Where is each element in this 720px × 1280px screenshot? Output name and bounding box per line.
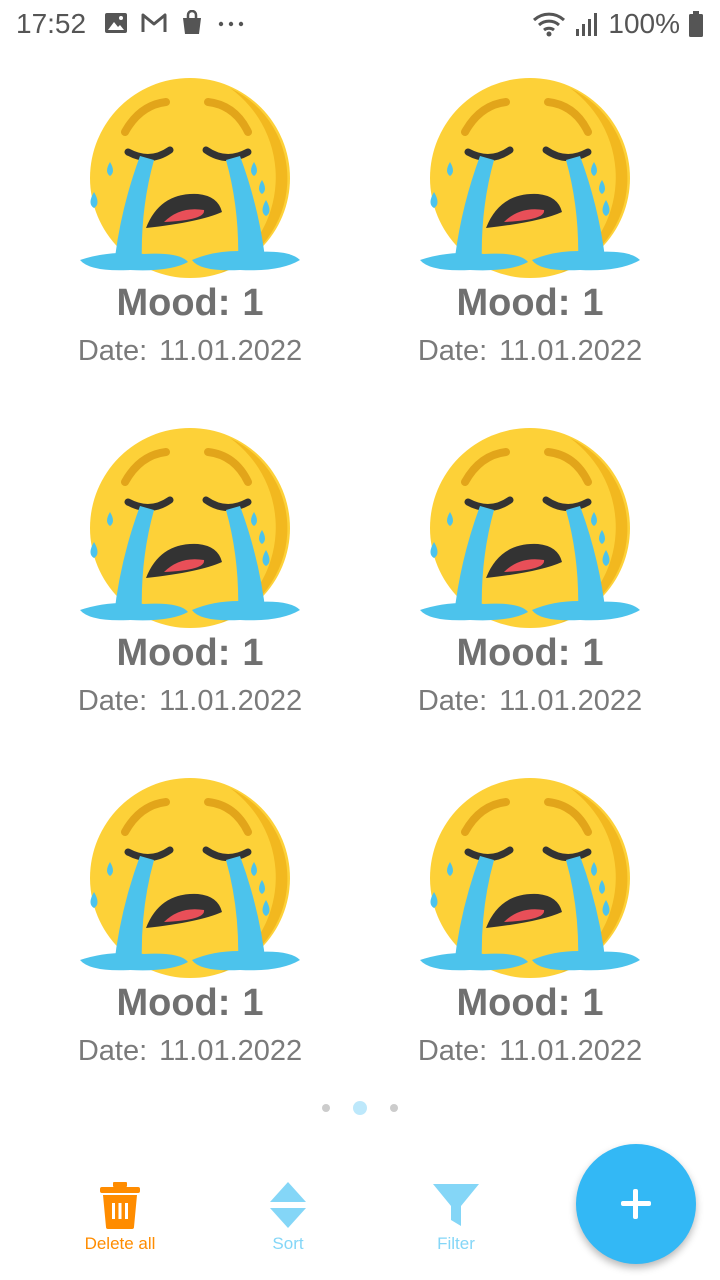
trash-icon xyxy=(100,1182,140,1229)
page-dot-1[interactable] xyxy=(322,1104,330,1112)
mood-label: Mood: 1 xyxy=(456,982,604,1024)
battery-percent: 100% xyxy=(608,8,680,39)
filter-button[interactable]: Filter xyxy=(386,1180,526,1254)
date-value: 11.01.2022 xyxy=(499,1035,643,1067)
mood-value: 1 xyxy=(582,982,604,1024)
wifi-icon xyxy=(533,12,566,37)
gmail-icon xyxy=(141,13,167,32)
loudly-crying-face-icon xyxy=(80,420,300,635)
shopping-bag-icon xyxy=(183,10,201,34)
loudly-crying-face-icon xyxy=(420,770,640,985)
mood-entry-card[interactable]: Mood: 1 Date: 11.01.2022 xyxy=(0,70,340,390)
sort-button[interactable]: Sort xyxy=(218,1180,358,1254)
sort-label: Sort xyxy=(272,1234,304,1253)
status-bar: 17:52 100% xyxy=(0,0,720,50)
mood-label: Mood: 1 xyxy=(456,632,604,674)
date-label: Date: 11.01.2022 xyxy=(417,685,643,717)
status-time: 17:52 xyxy=(16,8,87,39)
system-icons: 100% xyxy=(532,8,704,40)
filter-icon xyxy=(433,1184,479,1226)
signal-icon xyxy=(576,13,598,36)
date-value: 11.01.2022 xyxy=(159,1035,303,1067)
date-value: 11.01.2022 xyxy=(499,685,643,717)
mood-entry-card[interactable]: Mood: 1 Date: 11.01.2022 xyxy=(340,420,680,740)
delete-all-label: Delete all xyxy=(84,1234,156,1253)
more-dots-icon xyxy=(218,21,244,27)
mood-value: 1 xyxy=(242,632,264,674)
mood-entry-card[interactable]: Mood: 1 Date: 11.01.2022 xyxy=(340,70,680,390)
date-label: Date: 11.01.2022 xyxy=(77,1035,303,1067)
page-indicator xyxy=(0,1100,720,1116)
date-value: 11.01.2022 xyxy=(159,335,303,367)
page-dot-3[interactable] xyxy=(390,1104,398,1112)
gallery-icon xyxy=(105,13,127,33)
loudly-crying-face-icon xyxy=(420,70,640,285)
mood-entry-card[interactable]: Mood: 1 Date: 11.01.2022 xyxy=(0,770,340,1090)
date-value: 11.01.2022 xyxy=(499,335,643,367)
sort-icon xyxy=(270,1182,306,1228)
mood-label: Mood: 1 xyxy=(116,982,264,1024)
date-label: Date: 11.01.2022 xyxy=(77,685,303,717)
loudly-crying-face-icon xyxy=(80,770,300,985)
date-label: Date: 11.01.2022 xyxy=(417,335,643,367)
mood-value: 1 xyxy=(582,632,604,674)
loudly-crying-face-icon xyxy=(420,420,640,635)
battery-icon xyxy=(689,11,703,37)
filter-label: Filter xyxy=(437,1234,475,1253)
date-label: Date: 11.01.2022 xyxy=(77,335,303,367)
page-dot-2-active[interactable] xyxy=(353,1101,367,1115)
date-value: 11.01.2022 xyxy=(159,685,303,717)
mood-entry-card[interactable]: Mood: 1 Date: 11.01.2022 xyxy=(0,420,340,740)
add-entry-button[interactable] xyxy=(576,1144,696,1264)
date-label: Date: 11.01.2022 xyxy=(417,1035,643,1067)
mood-label: Mood: 1 xyxy=(116,282,264,324)
mood-label: Mood: 1 xyxy=(116,632,264,674)
loudly-crying-face-icon xyxy=(80,70,300,285)
notification-icons xyxy=(104,10,246,36)
mood-value: 1 xyxy=(242,282,264,324)
mood-value: 1 xyxy=(582,282,604,324)
mood-value: 1 xyxy=(242,982,264,1024)
mood-label: Mood: 1 xyxy=(456,282,604,324)
delete-all-button[interactable]: Delete all xyxy=(50,1180,190,1254)
mood-entry-card[interactable]: Mood: 1 Date: 11.01.2022 xyxy=(340,770,680,1090)
